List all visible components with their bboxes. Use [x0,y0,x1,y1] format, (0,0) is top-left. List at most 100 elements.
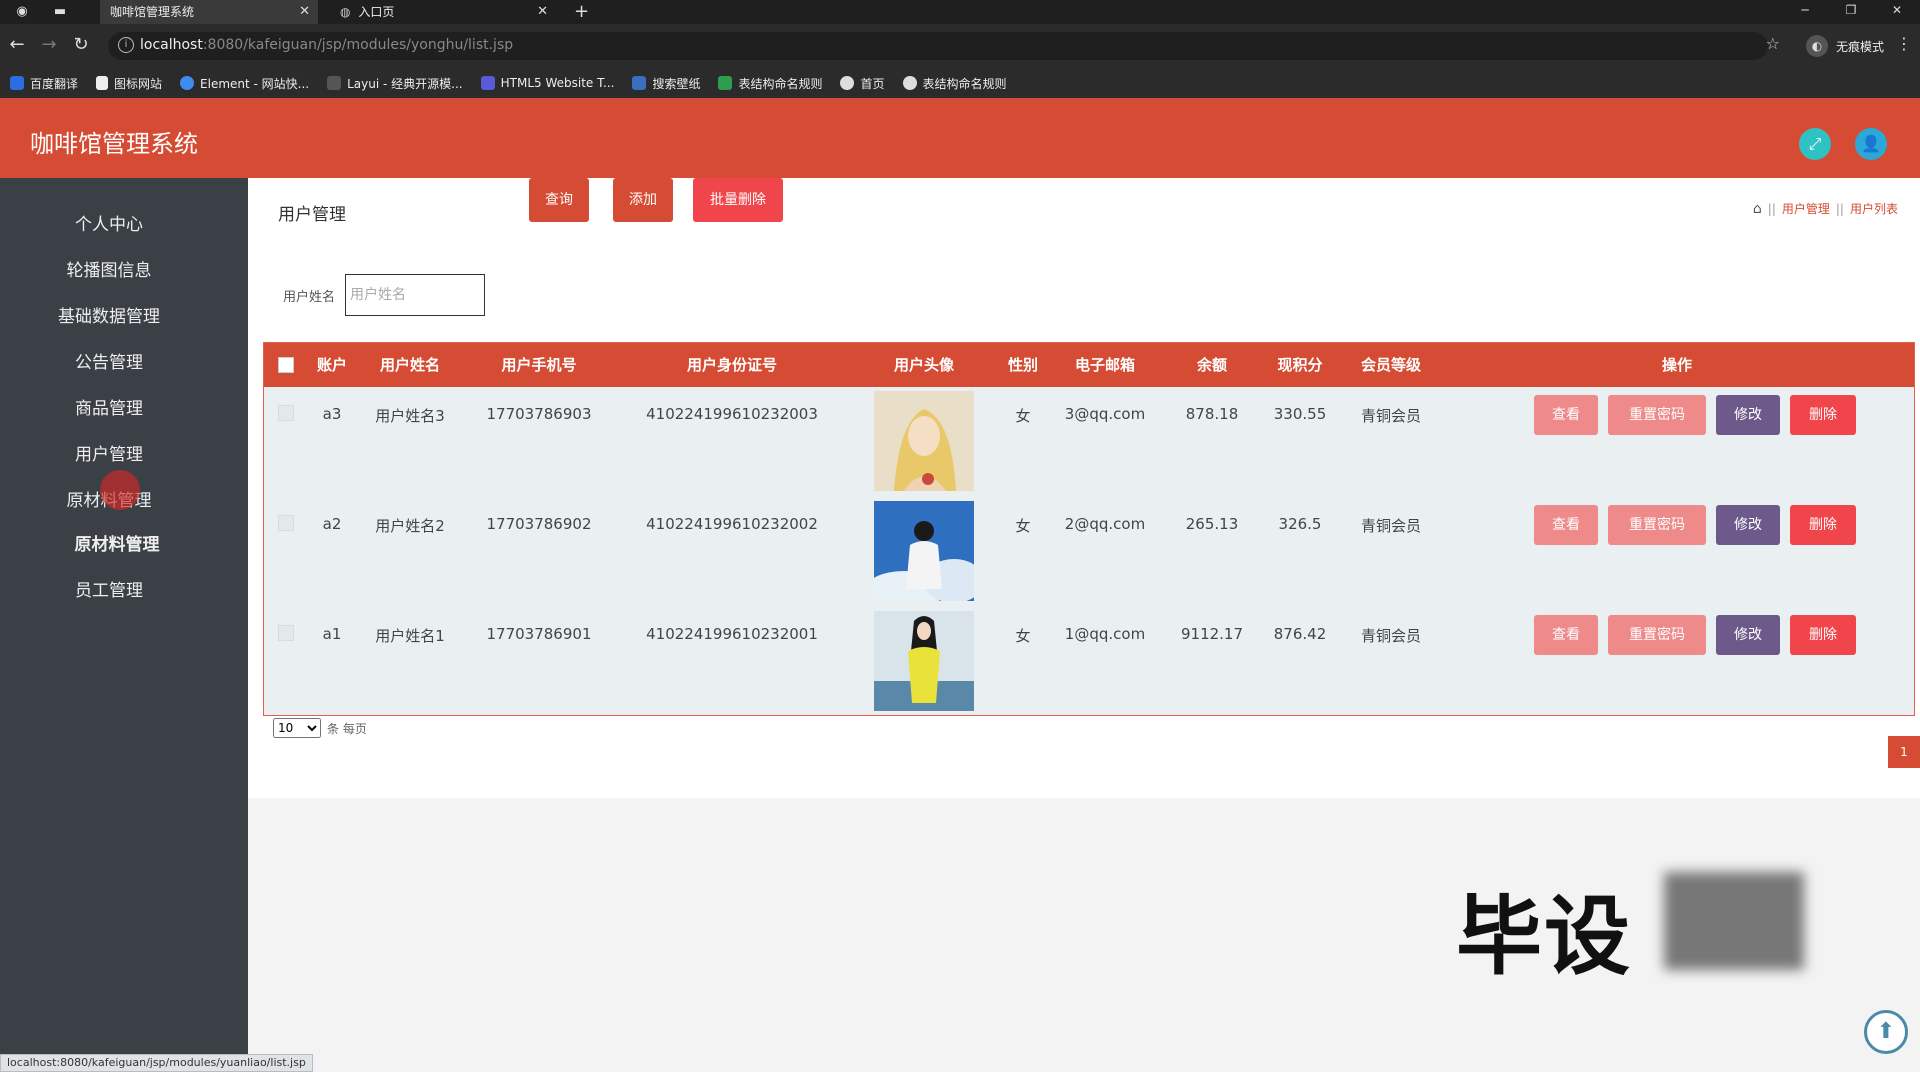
bookmark-item[interactable]: 表结构命名规则 [902,75,1007,92]
select-all-checkbox[interactable] [278,357,294,373]
user-table: 账户 用户姓名 用户手机号 用户身份证号 用户头像 性别 电子邮箱 余额 现积分… [263,342,1915,716]
query-button[interactable]: 查询 [529,178,589,222]
cell-account: a2 [322,515,342,533]
delete-button[interactable]: 删除 [1790,395,1856,435]
table-row: a2 用户姓名2 17703786902 410224199610232002 … [264,497,1914,607]
minimize-icon[interactable]: ─ [1782,0,1828,24]
bookmark-item[interactable]: Layui - 经典开源模... [327,75,463,92]
bookmark-item[interactable]: 图标网站 [96,75,162,92]
close-window-icon[interactable]: ✕ [1874,0,1920,24]
table-icon [718,76,733,90]
cell-points: 330.55 [1273,405,1327,423]
back-icon[interactable]: ← [6,34,28,56]
reset-password-button[interactable]: 重置密码 [1608,505,1706,545]
breadcrumb-item[interactable]: 用户管理 [1782,200,1830,217]
bookmark-item[interactable]: HTML5 Website T... [480,76,614,90]
flag-icon [96,76,109,90]
table-row: a3 用户姓名3 17703786903 410224199610232003 … [264,387,1914,497]
reload-icon[interactable]: ↻ [70,34,92,56]
sidebar-item-notice[interactable]: 公告管理 [0,348,218,373]
column-header: 用户头像 [893,356,955,374]
address-url: localhost:8080/kafeiguan/jsp/modules/yon… [140,37,514,53]
reset-password-button[interactable]: 重置密码 [1608,395,1706,435]
html5-icon [480,76,495,90]
row-checkbox[interactable] [278,405,294,421]
bookmark-star-icon[interactable]: ☆ [1766,34,1780,53]
add-button[interactable]: 添加 [613,178,673,222]
page-title: 用户管理 [278,205,346,225]
sidebar-item-carousel[interactable]: 轮播图信息 [0,256,218,281]
profile-button[interactable]: ◐ 无痕模式 [1805,32,1884,60]
breadcrumb-item: 用户列表 [1849,202,1898,216]
app-title: 咖啡馆管理系统 [30,130,198,158]
view-button[interactable]: 查看 [1534,395,1598,435]
bookmark-item[interactable]: 首页 [840,75,885,92]
tab-close-icon[interactable]: ✕ [299,0,310,24]
table-row: a1 用户姓名1 17703786901 410224199610232001 … [264,607,1914,717]
column-header: 用户身份证号 [686,356,778,374]
tab-inactive[interactable]: ◍ 入口页 ✕ [330,0,556,24]
tab-overview-icon[interactable]: ▬ [52,4,68,20]
forward-icon[interactable]: → [38,34,60,56]
cell-email: 1@qq.com [1064,625,1146,643]
pagination-size: 10 条 每页 [273,718,367,738]
edit-button[interactable]: 修改 [1716,615,1780,655]
cell-name: 用户姓名2 [375,517,445,535]
sidebar-subitem-materials[interactable]: 原材料管理 [8,530,226,555]
column-header: 会员等级 [1360,356,1422,374]
fullscreen-icon[interactable]: ⤢ [1799,128,1831,160]
cell-balance: 265.13 [1185,515,1239,533]
tab-close-icon[interactable]: ✕ [537,0,548,24]
user-icon[interactable]: 👤 [1855,128,1887,160]
row-checkbox[interactable] [278,625,294,641]
browser-logo-icon[interactable]: ◉ [14,4,30,20]
address-bar[interactable]: i localhost:8080/kafeiguan/jsp/modules/y… [108,32,1768,60]
avatar [874,391,974,491]
bookmark-item[interactable]: Element - 网站快... [180,75,309,92]
table-header: 账户 用户姓名 用户手机号 用户身份证号 用户头像 性别 电子邮箱 余额 现积分… [264,343,1914,387]
batch-delete-button[interactable]: 批量删除 [693,178,783,222]
search-label: 用户姓名 [283,290,336,305]
site-info-icon[interactable]: i [118,37,134,53]
tab-active[interactable]: 咖啡馆管理系统 ✕ [100,0,318,24]
restore-icon[interactable]: ❐ [1828,0,1874,24]
column-header: 性别 [1007,356,1039,374]
profile-label: 无痕模式 [1835,39,1884,54]
cell-phone: 17703786903 [486,405,592,423]
sidebar-item-staff[interactable]: 员工管理 [0,576,218,601]
bookmark-item[interactable]: 搜索壁纸 [632,75,700,92]
sidebar-item-users[interactable]: 用户管理 [0,440,218,465]
bookmark-item[interactable]: 百度翻译 [10,75,78,92]
cell-level: 青铜会员 [1360,517,1422,535]
view-button[interactable]: 查看 [1534,505,1598,545]
page-number-button[interactable]: 1 [1888,736,1920,768]
sidebar-item-profile[interactable]: 个人中心 [0,210,218,235]
avatar [874,611,974,711]
translate-icon [10,76,24,90]
back-to-top-icon[interactable]: ⬆ [1864,1010,1908,1054]
home-icon[interactable]: ⌂ [1753,201,1762,217]
page-size-select[interactable]: 10 [273,718,321,738]
cell-account: a1 [322,625,342,643]
globe-icon: ◍ [340,5,351,19]
edit-button[interactable]: 修改 [1716,395,1780,435]
row-checkbox[interactable] [278,515,294,531]
delete-button[interactable]: 删除 [1790,505,1856,545]
sidebar-item-goods[interactable]: 商品管理 [0,394,218,419]
edit-button[interactable]: 修改 [1716,505,1780,545]
cell-id-card: 410224199610232001 [646,625,818,643]
cell-points: 876.42 [1273,625,1327,643]
view-button[interactable]: 查看 [1534,615,1598,655]
tab-label: 入口页 [358,5,395,19]
incognito-icon: ◐ [1805,35,1828,57]
search-input[interactable] [345,274,485,316]
reset-password-button[interactable]: 重置密码 [1608,615,1706,655]
sidebar-item-base-data[interactable]: 基础数据管理 [0,302,218,327]
browser-menu-icon[interactable]: ⋮ [1896,34,1912,53]
bookmark-item[interactable]: 表结构命名规则 [718,75,822,92]
browser-tab-bar: ◉ ▬ 咖啡馆管理系统 ✕ ◍ 入口页 ✕ + ─ ❐ ✕ [0,0,1920,24]
new-tab-button[interactable]: + [574,0,589,24]
cell-id-card: 410224199610232002 [646,515,818,533]
cell-email: 2@qq.com [1064,515,1146,533]
delete-button[interactable]: 删除 [1790,615,1856,655]
